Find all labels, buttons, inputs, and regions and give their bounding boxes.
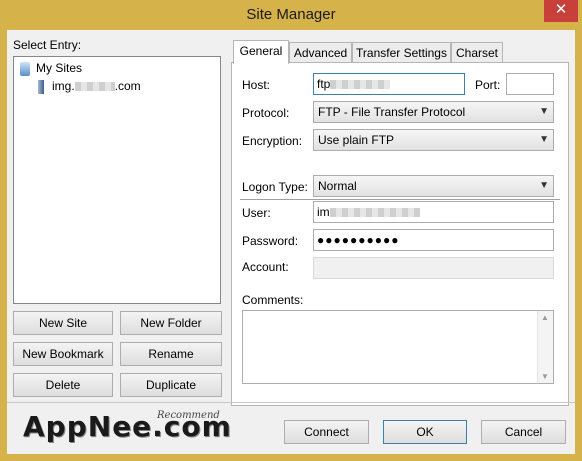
footer-divider <box>7 402 575 403</box>
user-label: User: <box>242 206 271 220</box>
encryption-select[interactable]: Use plain FTP ▼ <box>313 129 554 151</box>
logo-tagline: Recommend <box>157 410 220 421</box>
host-value: ftp <box>317 77 331 91</box>
tab-advanced[interactable]: Advanced <box>289 42 352 63</box>
comments-label: Comments: <box>242 293 304 307</box>
chevron-down-icon: ▼ <box>539 134 549 145</box>
new-folder-button[interactable]: New Folder <box>120 311 222 335</box>
account-label: Account: <box>242 260 289 274</box>
dialog-client: Select Entry: My Sites img. .com New Site… <box>7 30 575 454</box>
settings-tabs: General Advanced Transfer Settings Chars… <box>231 40 569 406</box>
new-site-button[interactable]: New Site <box>13 311 113 335</box>
chevron-down-icon: ▼ <box>539 180 549 191</box>
cancel-button[interactable]: Cancel <box>481 420 566 444</box>
tree-label: My Sites <box>36 61 83 75</box>
redacted-text <box>330 80 391 90</box>
redacted-text <box>74 82 115 92</box>
select-entry-label: Select Entry: <box>13 38 82 52</box>
tree-item-site[interactable]: img. .com <box>38 77 141 95</box>
connect-button[interactable]: Connect <box>284 420 369 444</box>
redacted-text <box>329 208 420 218</box>
user-value: im <box>317 205 330 219</box>
host-label: Host: <box>242 78 271 92</box>
scroll-up-icon[interactable]: ▲ <box>541 313 549 322</box>
server-icon <box>38 79 44 94</box>
comments-textarea[interactable]: ▲ ▼ <box>242 310 554 384</box>
password-label: Password: <box>242 234 299 248</box>
site-tree[interactable]: My Sites img. .com <box>13 56 221 304</box>
ok-button[interactable]: OK <box>383 420 467 444</box>
close-button[interactable]: ✕ <box>544 0 578 22</box>
logon-type-value: Normal <box>318 179 357 193</box>
port-label: Port: <box>475 78 501 92</box>
site-label-suffix: .com <box>114 79 141 93</box>
delete-button[interactable]: Delete <box>13 373 113 397</box>
comments-scrollbar[interactable]: ▲ ▼ <box>537 311 553 383</box>
site-label-prefix: img. <box>52 79 75 93</box>
tab-charset[interactable]: Charset <box>451 42 503 63</box>
close-icon: ✕ <box>554 1 568 18</box>
tree-item-my-sites[interactable]: My Sites <box>20 59 82 77</box>
logon-type-label: Logon Type: <box>242 180 308 194</box>
port-input[interactable] <box>506 73 554 95</box>
divider <box>240 199 560 200</box>
new-bookmark-button[interactable]: New Bookmark <box>13 342 113 366</box>
user-input[interactable]: im <box>313 201 554 223</box>
duplicate-button[interactable]: Duplicate <box>120 373 222 397</box>
encryption-value: Use plain FTP <box>318 133 395 147</box>
protocol-value: FTP - File Transfer Protocol <box>318 105 466 119</box>
general-tab-panel: Host: ftp Port: Protocol: FTP - File Tra… <box>231 62 569 406</box>
account-input <box>313 257 554 279</box>
tab-transfer-settings[interactable]: Transfer Settings <box>352 42 451 63</box>
rename-button[interactable]: Rename <box>120 342 222 366</box>
chevron-down-icon: ▼ <box>539 106 549 117</box>
window-title: Site Manager <box>246 6 336 23</box>
scroll-down-icon[interactable]: ▼ <box>541 372 549 381</box>
tab-general[interactable]: General <box>233 40 289 64</box>
folder-icon <box>20 61 30 76</box>
site-manager-window: Site Manager ✕ Select Entry: My Sites im… <box>0 0 582 461</box>
host-input[interactable]: ftp <box>313 73 465 95</box>
protocol-label: Protocol: <box>242 106 290 120</box>
protocol-select[interactable]: FTP - File Transfer Protocol ▼ <box>313 101 554 123</box>
password-input[interactable]: ●●●●●●●●●● <box>313 229 554 251</box>
logon-type-select[interactable]: Normal ▼ <box>313 175 554 197</box>
encryption-label: Encryption: <box>242 134 303 148</box>
